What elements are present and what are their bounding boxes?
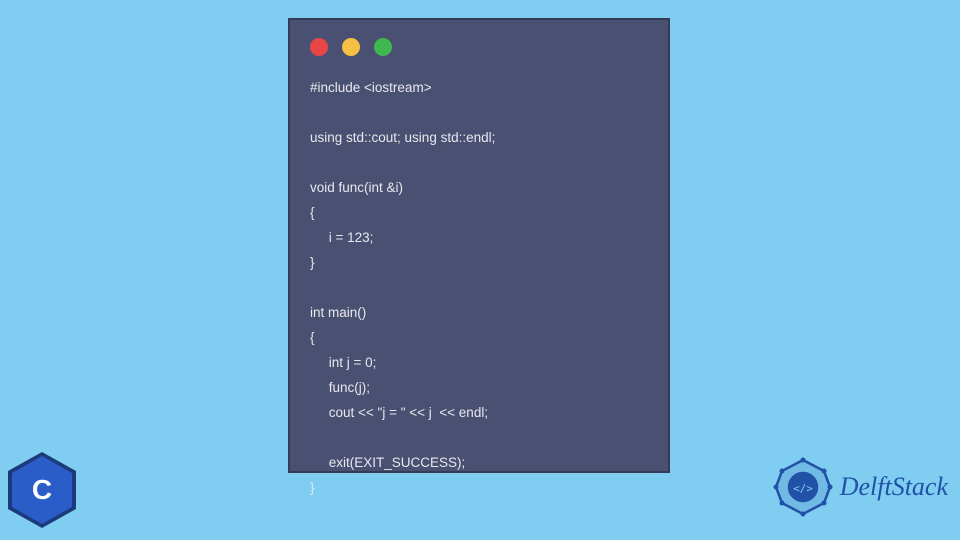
cpp-logo: C ++ [8, 452, 80, 532]
svg-text:</>: </> [793, 482, 813, 495]
code-window: #include <iostream> using std::cout; usi… [288, 18, 670, 473]
cpp-badge-plus: ++ [66, 464, 78, 472]
code-block: #include <iostream> using std::cout; usi… [290, 68, 668, 508]
cpp-badge-letter: C [32, 474, 52, 506]
close-icon [310, 38, 328, 56]
brand-logo-icon: </> [772, 456, 834, 518]
maximize-icon [374, 38, 392, 56]
brand-container: </> DelftStack [772, 456, 948, 518]
minimize-icon [342, 38, 360, 56]
brand-name: DelftStack [840, 472, 948, 502]
window-controls [290, 20, 668, 68]
